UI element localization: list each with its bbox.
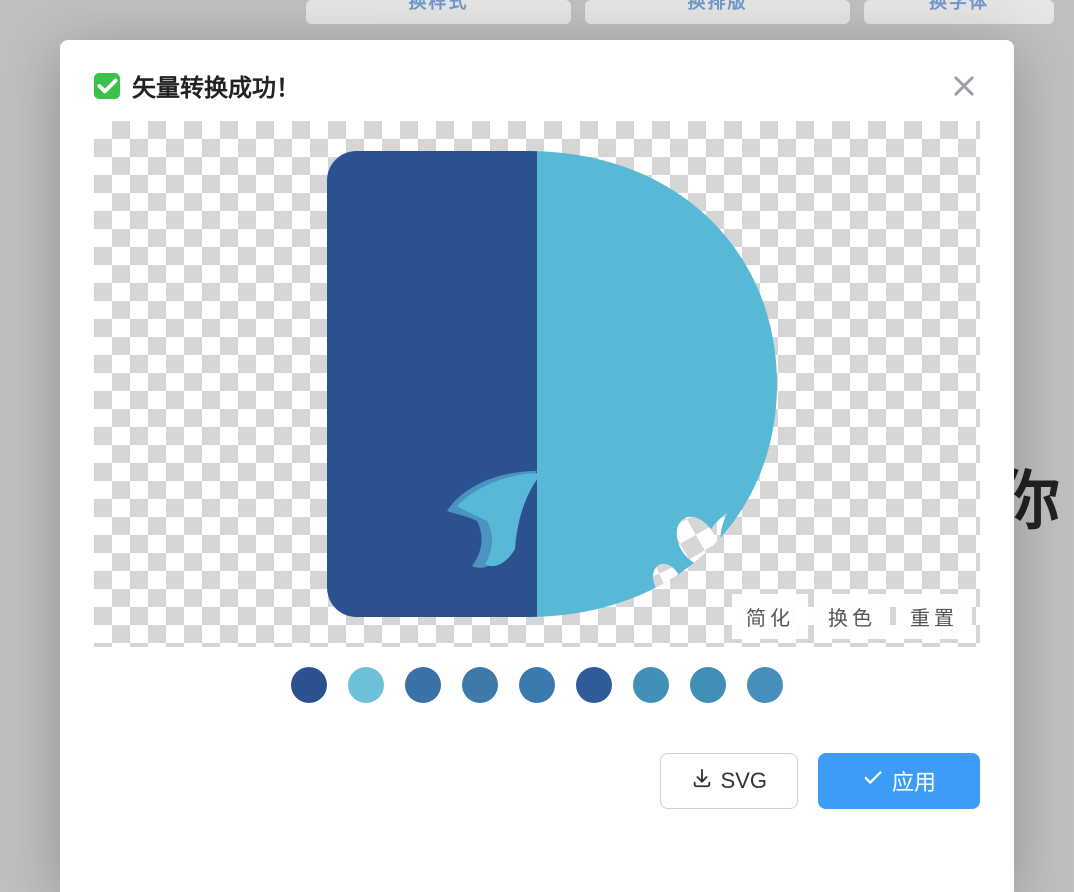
apply-label: 应用	[892, 765, 936, 797]
color-swatch[interactable]	[690, 667, 726, 703]
vector-conversion-modal: 矢量转换成功！	[60, 40, 1014, 892]
bg-tab-style: 换样式	[306, 0, 571, 24]
color-swatch[interactable]	[633, 667, 669, 703]
bg-tab-layout: 换排版	[585, 0, 850, 24]
download-icon	[691, 767, 713, 795]
color-swatch[interactable]	[405, 667, 441, 703]
apply-button[interactable]: 应用	[818, 753, 980, 809]
background-tabs: 换样式 换排版 换字体	[0, 0, 1074, 10]
close-button[interactable]	[948, 70, 980, 102]
reset-button[interactable]: 重置	[896, 594, 972, 639]
bg-tab-font: 换字体	[864, 0, 1054, 24]
color-swatch[interactable]	[576, 667, 612, 703]
color-swatch[interactable]	[291, 667, 327, 703]
download-svg-label: SVG	[721, 768, 767, 794]
logo-preview-area: 简化 换色 重置	[94, 121, 980, 647]
simplify-button[interactable]: 简化	[732, 594, 808, 639]
color-swatch[interactable]	[462, 667, 498, 703]
color-swatch[interactable]	[519, 667, 555, 703]
logo-d-whale-icon	[267, 121, 807, 647]
color-swatch-row	[94, 667, 980, 703]
modal-header: 矢量转换成功！	[94, 68, 980, 103]
check-icon	[862, 767, 884, 795]
color-swatch[interactable]	[348, 667, 384, 703]
download-svg-button[interactable]: SVG	[660, 753, 798, 809]
modal-footer-actions: SVG 应用	[94, 753, 980, 809]
preview-overlay-controls: 简化 换色 重置	[732, 594, 972, 639]
color-swatch[interactable]	[747, 667, 783, 703]
recolor-button[interactable]: 换色	[814, 594, 890, 639]
success-check-icon	[94, 73, 120, 99]
modal-title: 矢量转换成功！	[132, 68, 300, 103]
modal-title-wrap: 矢量转换成功！	[94, 68, 300, 103]
